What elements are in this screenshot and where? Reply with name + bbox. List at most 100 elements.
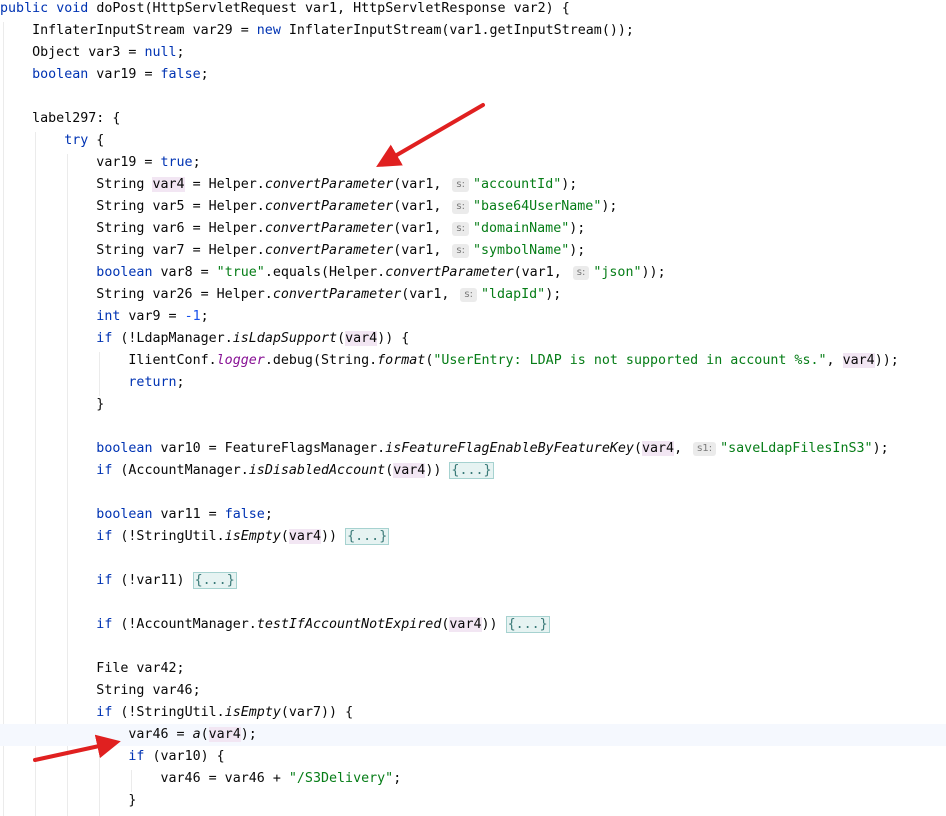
code-text: var19 = — [88, 67, 161, 82]
code-text: } — [0, 793, 137, 808]
code-line-current[interactable]: var46 = a(var4); — [0, 724, 946, 746]
code-text: (var1, — [393, 199, 450, 214]
code-line[interactable]: boolean var10 = FeatureFlagsManager.isFe… — [0, 438, 889, 460]
code-line[interactable]: var46 = var46 + "/S3Delivery"; — [0, 768, 401, 790]
code-line[interactable]: File var42; — [0, 658, 184, 680]
code-line[interactable]: String var26 = Helper.convertParameter(v… — [0, 284, 561, 306]
code-text: var19 = — [0, 155, 161, 170]
keyword: false — [160, 67, 201, 82]
code-line[interactable]: String var7 = Helper.convertParameter(va… — [0, 240, 585, 262]
code-text: label297: { — [0, 111, 121, 126]
keyword: boolean — [32, 67, 89, 82]
code-text: String var6 = Helper. — [0, 221, 265, 236]
code-line[interactable]: String var6 = Helper.convertParameter(va… — [0, 218, 585, 240]
keyword: void — [56, 1, 89, 16]
code-text: { — [88, 133, 105, 148]
code-text: String var26 = Helper. — [0, 287, 273, 302]
code-text: .debug(String. — [264, 353, 378, 368]
code-text: (!LdapManager. — [112, 331, 233, 346]
code-text: (!var11) — [112, 573, 193, 588]
code-line[interactable]: if (AccountManager.isDisabledAccount(var… — [0, 460, 494, 482]
code-text: , — [826, 353, 843, 368]
keyword: return — [128, 375, 177, 390]
keyword: if — [96, 617, 113, 632]
code-line[interactable]: if (!var11) {...} — [0, 570, 237, 592]
string-literal: "symbolName" — [472, 243, 570, 258]
code-text: ); — [601, 199, 618, 214]
code-text: var8 = — [152, 265, 217, 280]
code-text: (var7)) { — [280, 705, 354, 720]
code-line[interactable]: return; — [0, 372, 184, 394]
code-line[interactable]: if (var10) { — [0, 746, 224, 768]
code-text: doPost(HttpServletRequest var1, HttpServ… — [88, 1, 570, 16]
static-method: isDisabledAccount — [248, 463, 386, 478]
var4-highlight: var4 — [208, 727, 241, 742]
keyword: new — [256, 23, 281, 38]
string-literal: "UserEntry: LDAP is not supported in acc… — [433, 353, 827, 368]
code-line[interactable]: boolean var19 = false; — [0, 64, 209, 86]
code-line[interactable]: Object var3 = null; — [0, 42, 184, 64]
folded-block[interactable]: {...} — [192, 572, 237, 589]
code-text: InflaterInputStream(var1.getInputStream(… — [280, 23, 634, 38]
code-line[interactable]: } — [0, 790, 136, 812]
code-line[interactable]: if (!LdapManager.isLdapSupport(var4)) { — [0, 328, 409, 350]
code-line[interactable]: if (!StringUtil.isEmpty(var7)) { — [0, 702, 353, 724]
static-method: isEmpty — [224, 705, 281, 720]
code-line[interactable]: if (!StringUtil.isEmpty(var4)) {...} — [0, 526, 390, 548]
code-line[interactable]: String var5 = Helper.convertParameter(va… — [0, 196, 617, 218]
code-line[interactable]: int var9 = -1; — [0, 306, 208, 328]
code-line[interactable]: InflaterInputStream var29 = new Inflater… — [0, 20, 634, 42]
code-line[interactable]: var19 = true; — [0, 152, 200, 174]
code-text: IlientConf. — [0, 353, 217, 368]
code-text: var11 = — [152, 507, 225, 522]
string-literal: "true" — [216, 265, 265, 280]
folded-block[interactable]: {...} — [449, 462, 494, 479]
code-text: ); — [569, 221, 586, 236]
keyword: null — [144, 45, 177, 60]
code-text: String var7 = Helper. — [0, 243, 265, 258]
code-text: ; — [264, 507, 273, 522]
keyword: if — [96, 573, 113, 588]
code-text: var46 = var46 + — [0, 771, 289, 786]
code-text: (!StringUtil. — [112, 705, 225, 720]
code-line[interactable]: try { — [0, 130, 104, 152]
code-editor[interactable]: public void doPost(HttpServletRequest va… — [0, 0, 946, 816]
code-line[interactable]: boolean var8 = "true".equals(Helper.conv… — [0, 262, 666, 284]
code-line[interactable]: String var4 = Helper.convertParameter(va… — [0, 174, 577, 196]
parameter-hint: s: — [572, 266, 590, 280]
keyword: public — [0, 1, 49, 16]
static-method: convertParameter — [272, 287, 402, 302]
string-literal: "json" — [593, 265, 642, 280]
code-text: String var46; — [0, 683, 201, 698]
number-literal: -1 — [184, 309, 201, 324]
code-text: )) — [481, 617, 506, 632]
static-method: convertParameter — [385, 265, 514, 280]
code-line[interactable]: } — [0, 394, 104, 416]
code-text: } — [0, 397, 105, 412]
string-literal: "accountId" — [472, 177, 562, 192]
code-text: ( — [280, 529, 289, 544]
code-line[interactable]: String var46; — [0, 680, 201, 702]
code-text: InflaterInputStream var29 = — [0, 23, 257, 38]
code-line[interactable]: boolean var11 = false; — [0, 504, 273, 526]
code-text: )) — [425, 463, 450, 478]
code-text: ); — [872, 441, 889, 456]
parameter-hint: s: — [452, 178, 469, 192]
code-line[interactable]: label297: { — [0, 108, 120, 130]
code-text: = Helper. — [184, 177, 265, 192]
code-line[interactable]: IlientConf.logger.debug(String.format("U… — [0, 350, 899, 372]
code-text: .equals(Helper. — [264, 265, 386, 280]
code-line[interactable]: public void doPost(HttpServletRequest va… — [0, 0, 570, 20]
folded-block[interactable]: {...} — [505, 616, 550, 633]
code-text: (!StringUtil. — [112, 529, 225, 544]
folded-block[interactable]: {...} — [345, 528, 390, 545]
var4-highlight: var4 — [393, 463, 426, 478]
code-line[interactable]: if (!AccountManager.testIfAccountNotExpi… — [0, 614, 550, 636]
